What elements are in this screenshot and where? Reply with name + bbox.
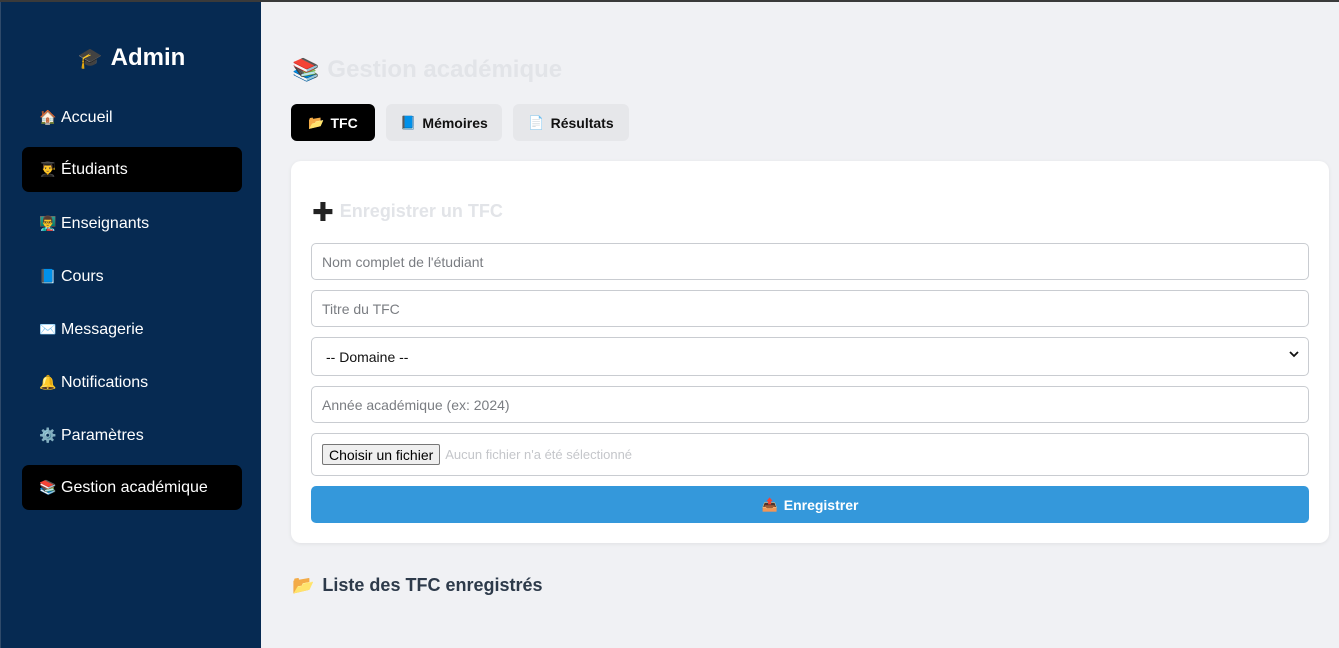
upload-icon: 📤 <box>761 496 778 512</box>
book-icon: 📘 <box>400 114 417 130</box>
window-top-border <box>0 0 1339 2</box>
form-title: ✚ Enregistrer un TFC <box>312 196 503 227</box>
brand: 🎓 Admin <box>1 44 262 72</box>
tab-label: TFC <box>330 114 358 131</box>
tfc-list-title: 📂 Liste des TFC enregistrés <box>292 575 543 596</box>
tab-memoires[interactable]: 📘 Mémoires <box>386 104 502 141</box>
domain-select[interactable]: -- Domaine -- <box>311 337 1309 376</box>
sidebar-item-etudiants[interactable]: 👨‍🎓 Étudiants <box>22 147 242 192</box>
tab-bar: 📂 TFC 📘 Mémoires 📄 Résultats <box>291 104 640 141</box>
sidebar-item-label: Paramètres <box>61 426 144 444</box>
tab-tfc[interactable]: 📂 TFC <box>291 104 375 141</box>
home-icon: 🏠 <box>39 109 57 125</box>
sidebar: 🎓 Admin 🏠 Accueil 👨‍🎓 Étudiants 👨‍🏫 Ensei… <box>0 0 261 648</box>
sidebar-item-enseignants[interactable]: 👨‍🏫 Enseignants <box>22 201 242 246</box>
student-name-input[interactable] <box>311 243 1309 280</box>
page-title-label: Gestion académique <box>327 56 563 83</box>
tab-resultats[interactable]: 📄 Résultats <box>513 104 629 141</box>
domain-select-value: -- Domaine -- <box>326 348 409 365</box>
plus-icon: ✚ <box>312 196 334 227</box>
tfc-list-title-label: Liste des TFC enregistrés <box>322 575 543 595</box>
sidebar-item-notifications[interactable]: 🔔 Notifications <box>22 360 242 405</box>
sidebar-item-label: Accueil <box>61 108 113 126</box>
sidebar-item-parametres[interactable]: ⚙️ Paramètres <box>22 413 242 458</box>
document-icon: 📄 <box>528 114 545 130</box>
file-status: Aucun fichier n'a été sélectionné <box>445 447 633 462</box>
sidebar-item-gestion-academique[interactable]: 📚 Gestion académique <box>22 465 242 510</box>
sidebar-item-label: Enseignants <box>61 214 150 232</box>
tab-label: Mémoires <box>422 114 488 131</box>
chevron-down-icon <box>1288 348 1300 363</box>
sidebar-item-label: Notifications <box>61 373 149 391</box>
sidebar-item-label: Messagerie <box>61 320 144 338</box>
page-title: 📚 Gestion académique <box>292 56 562 84</box>
sidebar-item-label: Gestion académique <box>61 478 208 496</box>
sidebar-item-label: Cours <box>61 267 104 285</box>
choose-file-button[interactable]: Choisir un fichier <box>322 444 441 465</box>
envelope-icon: ✉️ <box>39 321 57 337</box>
save-button-label: Enregistrer <box>783 496 859 513</box>
book-icon: 📘 <box>39 268 57 284</box>
tfc-title-input[interactable] <box>311 290 1309 327</box>
main-content: 📚 Gestion académique 📂 TFC 📘 Mémoires 📄 … <box>261 0 1339 648</box>
form-title-label: Enregistrer un TFC <box>339 201 503 221</box>
gear-icon: ⚙️ <box>39 427 57 443</box>
folder-icon: 📂 <box>292 575 315 595</box>
graduation-cap-icon: 🎓 <box>77 48 103 70</box>
folder-icon: 📂 <box>308 114 325 130</box>
file-input: Choisir un fichier Aucun fichier n'a été… <box>311 433 1309 476</box>
sidebar-item-label: Étudiants <box>61 160 128 178</box>
bell-icon: 🔔 <box>39 374 57 390</box>
academic-year-input[interactable] <box>311 386 1309 423</box>
teacher-icon: 👨‍🏫 <box>39 215 57 231</box>
tab-label: Résultats <box>550 114 614 131</box>
sidebar-item-cours[interactable]: 📘 Cours <box>22 254 242 299</box>
save-button[interactable]: 📤 Enregistrer <box>311 486 1309 523</box>
sidebar-item-messagerie[interactable]: ✉️ Messagerie <box>22 307 242 352</box>
books-icon: 📚 <box>292 57 320 82</box>
books-icon: 📚 <box>39 479 57 495</box>
student-icon: 👨‍🎓 <box>39 161 57 177</box>
brand-label: Admin <box>110 44 186 71</box>
tfc-form-card: ✚ Enregistrer un TFC -- Domaine -- Chois… <box>291 161 1329 543</box>
sidebar-item-accueil[interactable]: 🏠 Accueil <box>22 95 242 140</box>
